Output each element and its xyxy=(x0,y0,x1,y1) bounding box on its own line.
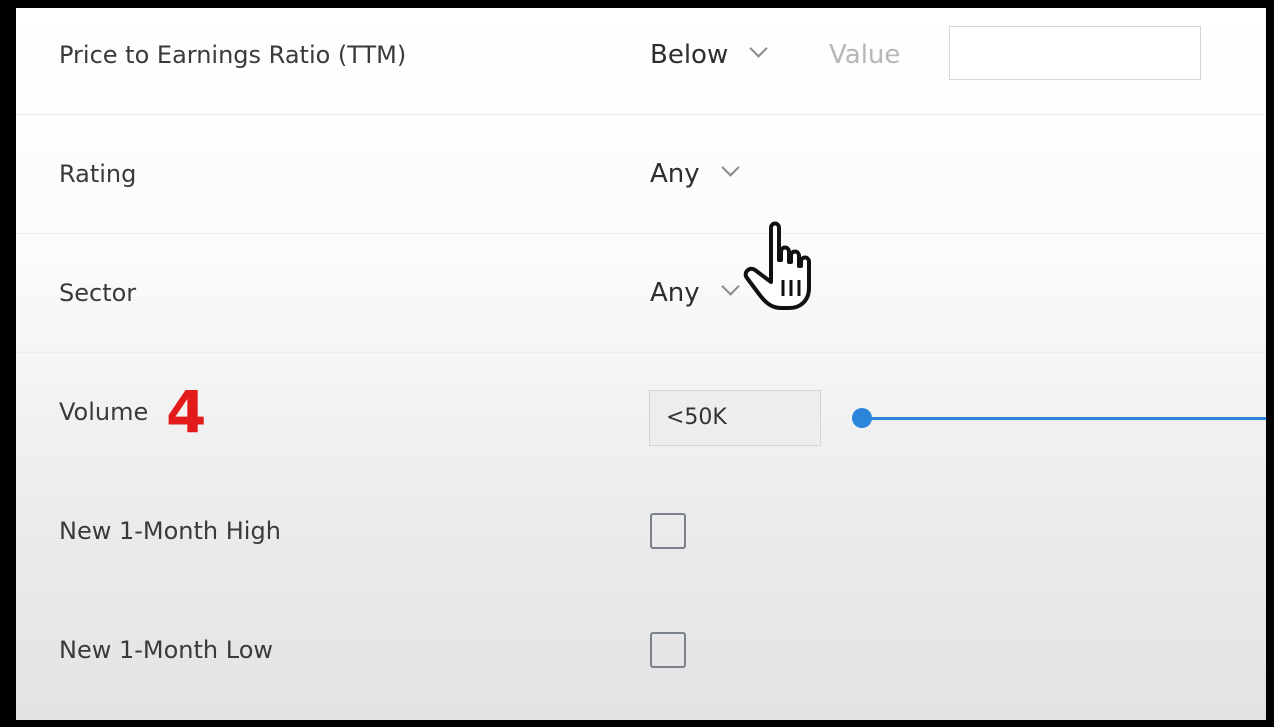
volume-slider-track[interactable] xyxy=(862,417,1266,420)
pe-condition-value: Below xyxy=(650,40,729,70)
filter-row-rating: Rating Any xyxy=(16,115,1266,234)
volume-slider-handle[interactable] xyxy=(852,408,872,428)
new-month-low-checkbox[interactable] xyxy=(650,632,686,668)
sector-value: Any xyxy=(650,278,700,308)
filter-label-new-month-low: New 1-Month Low xyxy=(59,636,274,664)
pe-value-input[interactable] xyxy=(949,26,1201,80)
new-month-high-checkbox[interactable] xyxy=(650,513,686,549)
filter-label-pe: Price to Earnings Ratio (TTM) xyxy=(59,41,407,69)
step-number-annotation: 4 xyxy=(166,378,207,446)
chevron-down-icon xyxy=(720,277,740,296)
screener-filters-panel: Price to Earnings Ratio (TTM) Below Valu… xyxy=(16,8,1266,720)
pe-value-label: Value xyxy=(829,40,901,70)
hand-pointer-icon xyxy=(743,221,811,310)
filter-row-pe: Price to Earnings Ratio (TTM) Below Valu… xyxy=(16,8,1266,115)
volume-value-box[interactable]: <50K xyxy=(649,390,821,446)
filter-label-new-month-high: New 1-Month High xyxy=(59,517,281,545)
filter-row-volume: Volume 4 <50K xyxy=(16,353,1266,472)
filter-label-rating: Rating xyxy=(59,160,137,188)
rating-value: Any xyxy=(650,159,700,189)
filter-row-new-month-low: New 1-Month Low xyxy=(16,591,1266,709)
filter-row-new-month-high: New 1-Month High xyxy=(16,472,1266,591)
chevron-down-icon xyxy=(720,158,740,177)
rating-dropdown[interactable]: Any xyxy=(650,115,740,233)
pe-condition-dropdown[interactable]: Below xyxy=(650,8,768,114)
filter-label-volume: Volume xyxy=(59,398,149,426)
filter-label-sector: Sector xyxy=(59,279,137,307)
sector-dropdown[interactable]: Any xyxy=(650,234,740,352)
chevron-down-icon xyxy=(749,39,768,58)
filter-row-sector: Sector Any xyxy=(16,234,1266,353)
